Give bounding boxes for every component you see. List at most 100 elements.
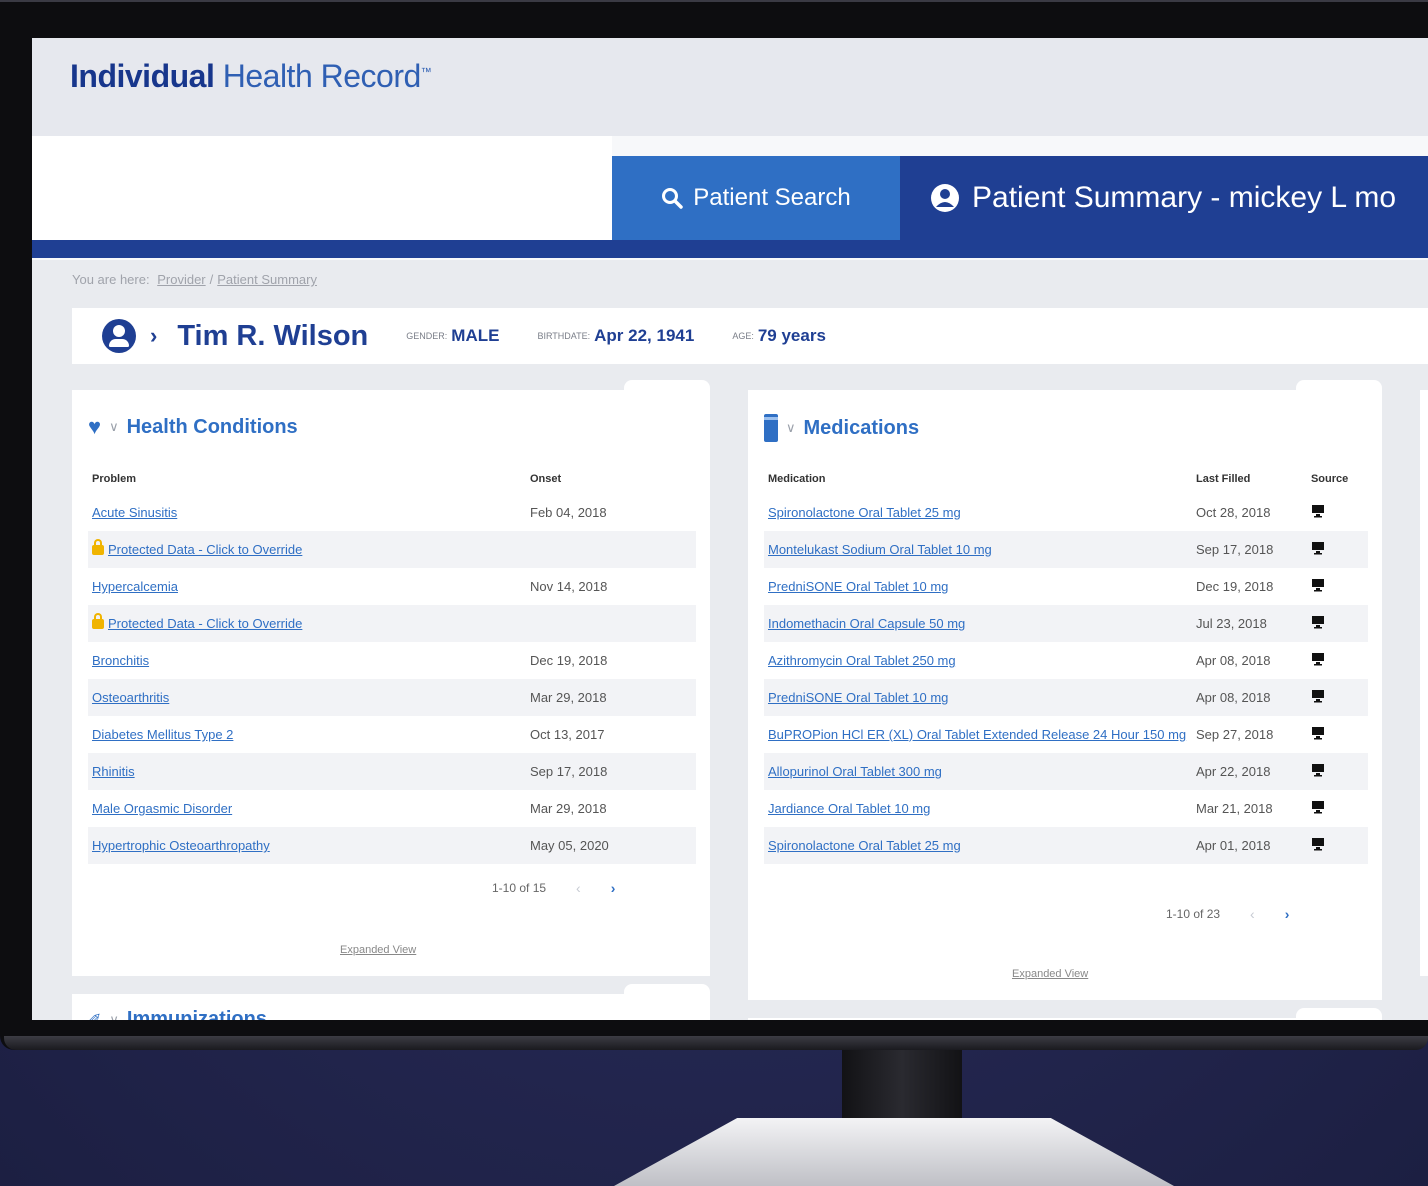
monitor-icon[interactable]	[1311, 579, 1325, 595]
app-title-bold: Individual	[70, 58, 215, 94]
condition-link[interactable]: Diabetes Mellitus Type 2	[92, 727, 233, 742]
medication-link[interactable]: Spironolactone Oral Tablet 25 mg	[768, 838, 961, 853]
monitor-icon[interactable]	[1311, 764, 1325, 780]
monitor-icon[interactable]	[1311, 838, 1325, 854]
tab-patient-summary[interactable]: Patient Summary - mickey L mo	[900, 156, 1428, 240]
medication-link[interactable]: Spironolactone Oral Tablet 25 mg	[768, 505, 961, 520]
trademark: ™	[420, 66, 432, 79]
condition-cell: Protected Data - Click to Override	[88, 605, 526, 642]
medication-link[interactable]: PredniSONE Oral Tablet 10 mg	[768, 690, 948, 705]
conditions-pager-count: 1-10 of 15	[492, 881, 547, 895]
medication-link[interactable]: BuPROPion HCl ER (XL) Oral Tablet Extend…	[768, 727, 1186, 742]
monitor-icon[interactable]	[1311, 653, 1325, 669]
condition-link[interactable]: Rhinitis	[92, 764, 135, 779]
medication-cell: Azithromycin Oral Tablet 250 mg	[764, 642, 1192, 679]
source-cell	[1306, 753, 1368, 790]
age-label: AGE:	[732, 331, 754, 341]
medication-link[interactable]: Montelukast Sodium Oral Tablet 10 mg	[768, 542, 992, 557]
medication-cell: BuPROPion HCl ER (XL) Oral Tablet Extend…	[764, 716, 1192, 753]
onset-date: May 05, 2020	[526, 827, 696, 864]
condition-link[interactable]: Male Orgasmic Disorder	[92, 801, 232, 816]
condition-link[interactable]: Bronchitis	[92, 653, 149, 668]
condition-link[interactable]: Osteoarthritis	[92, 690, 169, 705]
monitor-icon[interactable]	[1311, 505, 1325, 521]
medication-cell: PredniSONE Oral Tablet 10 mg	[764, 568, 1192, 605]
last-filled-date: Dec 19, 2018	[1196, 579, 1274, 594]
medications-header[interactable]: ∨ Medications	[764, 414, 919, 442]
onset-date: Feb 04, 2018	[530, 505, 607, 520]
age-value: 79 years	[757, 326, 826, 345]
condition-cell: Diabetes Mellitus Type 2	[88, 716, 526, 753]
tab-patient-search[interactable]: Patient Search	[612, 156, 900, 240]
source-cell	[1306, 531, 1368, 568]
last-filled-date: Apr 08, 2018	[1196, 653, 1271, 668]
medication-cell: Spironolactone Oral Tablet 25 mg	[764, 827, 1192, 864]
card-tab	[1296, 380, 1382, 394]
card-tab	[624, 380, 710, 394]
conditions-pager: 1-10 of 15 ‹ ›	[492, 880, 615, 896]
medications-pager-count: 1-10 of 23	[1166, 907, 1221, 921]
monitor-stand-neck	[842, 1050, 962, 1122]
onset-date	[526, 531, 696, 568]
condition-cell: Rhinitis	[88, 753, 526, 790]
table-row: Azithromycin Oral Tablet 250 mg Apr 08, 2…	[764, 642, 1368, 679]
conditions-expanded-view-link[interactable]: Expanded View	[340, 944, 416, 956]
nav-blank-area	[32, 136, 612, 240]
gender-value: MALE	[451, 326, 500, 345]
condition-link[interactable]: Hypercalcemia	[92, 579, 178, 594]
condition-link[interactable]: Acute Sinusitis	[92, 505, 177, 520]
health-conditions-header[interactable]: ♥ ∨ Health Conditions	[88, 414, 298, 440]
chevron-down-icon[interactable]: ∨	[786, 420, 796, 436]
medication-link[interactable]: PredniSONE Oral Tablet 10 mg	[768, 579, 948, 594]
table-row: Osteoarthritis Mar 29, 2018	[88, 679, 696, 716]
medication-link[interactable]: Jardiance Oral Tablet 10 mg	[768, 801, 930, 816]
condition-link[interactable]: Hypertrophic Osteoarthropathy	[92, 838, 270, 853]
chevron-right-icon[interactable]: ›	[150, 323, 157, 349]
chevron-down-icon[interactable]: ∨	[109, 419, 119, 435]
chevron-left-icon[interactable]: ‹	[576, 880, 581, 896]
immunizations-header[interactable]: ✐ ∨ Immunizations	[88, 1008, 267, 1020]
breadcrumb-patient-summary[interactable]: Patient Summary	[217, 272, 317, 287]
medications-expanded-view-link[interactable]: Expanded View	[1012, 968, 1088, 980]
last-filled-date: Mar 21, 2018	[1196, 801, 1273, 816]
chevron-left-icon[interactable]: ‹	[1250, 906, 1255, 922]
medication-link[interactable]: Indomethacin Oral Capsule 50 mg	[768, 616, 965, 631]
monitor-icon[interactable]	[1311, 616, 1325, 632]
column-header-medication: Medication	[768, 473, 826, 485]
chevron-right-icon[interactable]: ›	[611, 880, 616, 896]
onset-date: Mar 29, 2018	[530, 801, 607, 816]
last-filled-date: Oct 28, 2018	[1196, 505, 1271, 520]
chevron-down-icon[interactable]: ∨	[109, 1012, 119, 1021]
breadcrumb-provider[interactable]: Provider	[157, 272, 205, 287]
table-row: Jardiance Oral Tablet 10 mg Mar 21, 2018	[764, 790, 1368, 827]
chevron-right-icon[interactable]: ›	[1285, 906, 1290, 922]
condition-cell: Protected Data - Click to Override	[88, 531, 526, 568]
monitor-icon[interactable]	[1311, 727, 1325, 743]
monitor-stand-base	[614, 1118, 1174, 1186]
last-filled-date: Sep 27, 2018	[1196, 727, 1274, 742]
medications-card: ∨ Medications Medication Last Filled Sou…	[748, 380, 1382, 1000]
medication-link[interactable]: Azithromycin Oral Tablet 250 mg	[768, 653, 956, 668]
last-filled-date: Apr 08, 2018	[1192, 679, 1307, 716]
monitor-icon[interactable]	[1311, 542, 1325, 558]
last-filled-date: Apr 22, 2018	[1192, 753, 1307, 790]
column-header-problem: Problem	[92, 473, 137, 485]
last-filled-date: Apr 01, 2018	[1192, 827, 1307, 864]
onset-date	[526, 605, 696, 642]
breadcrumb: You are here: Provider / Patient Summary	[72, 272, 321, 287]
medication-link[interactable]: Allopurinol Oral Tablet 300 mg	[768, 764, 942, 779]
monitor-icon[interactable]	[1311, 801, 1325, 817]
monitor-icon[interactable]	[1311, 690, 1325, 706]
screen: Individual Health Record™ Patient Search…	[32, 38, 1428, 1020]
onset-date: Sep 17, 2018	[526, 753, 696, 790]
table-row: Diabetes Mellitus Type 2 Oct 13, 2017	[88, 716, 696, 753]
last-filled-date: Jul 23, 2018	[1192, 605, 1307, 642]
table-row: Male Orgasmic Disorder Mar 29, 2018	[88, 790, 696, 827]
protected-data-link[interactable]: Protected Data - Click to Override	[108, 542, 302, 557]
table-row: Hypercalcemia Nov 14, 2018	[88, 568, 696, 605]
condition-cell: Osteoarthritis	[88, 679, 526, 716]
health-conditions-title: Health Conditions	[126, 415, 298, 438]
pill-bottle-icon	[764, 414, 778, 442]
protected-data-link[interactable]: Protected Data - Click to Override	[108, 616, 302, 631]
onset-date: Dec 19, 2018	[530, 653, 608, 668]
